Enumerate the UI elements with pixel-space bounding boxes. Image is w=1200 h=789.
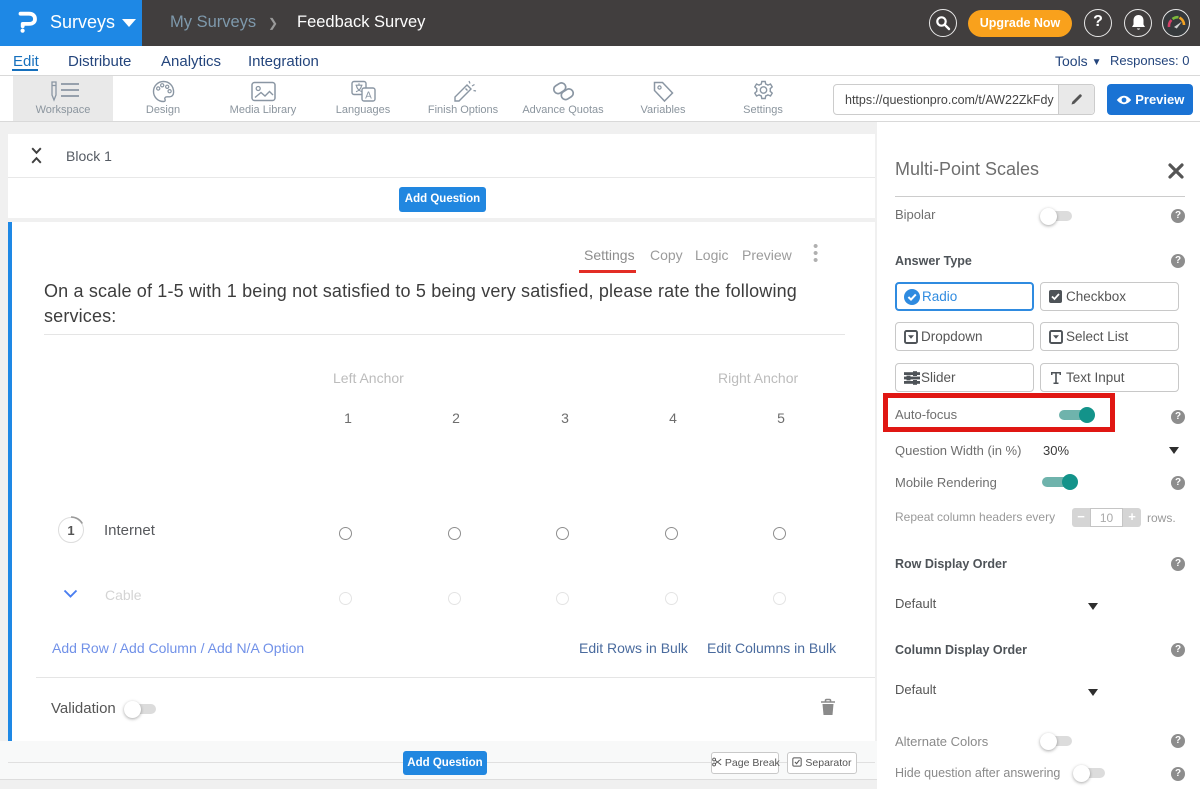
svg-text:A: A — [365, 91, 372, 102]
